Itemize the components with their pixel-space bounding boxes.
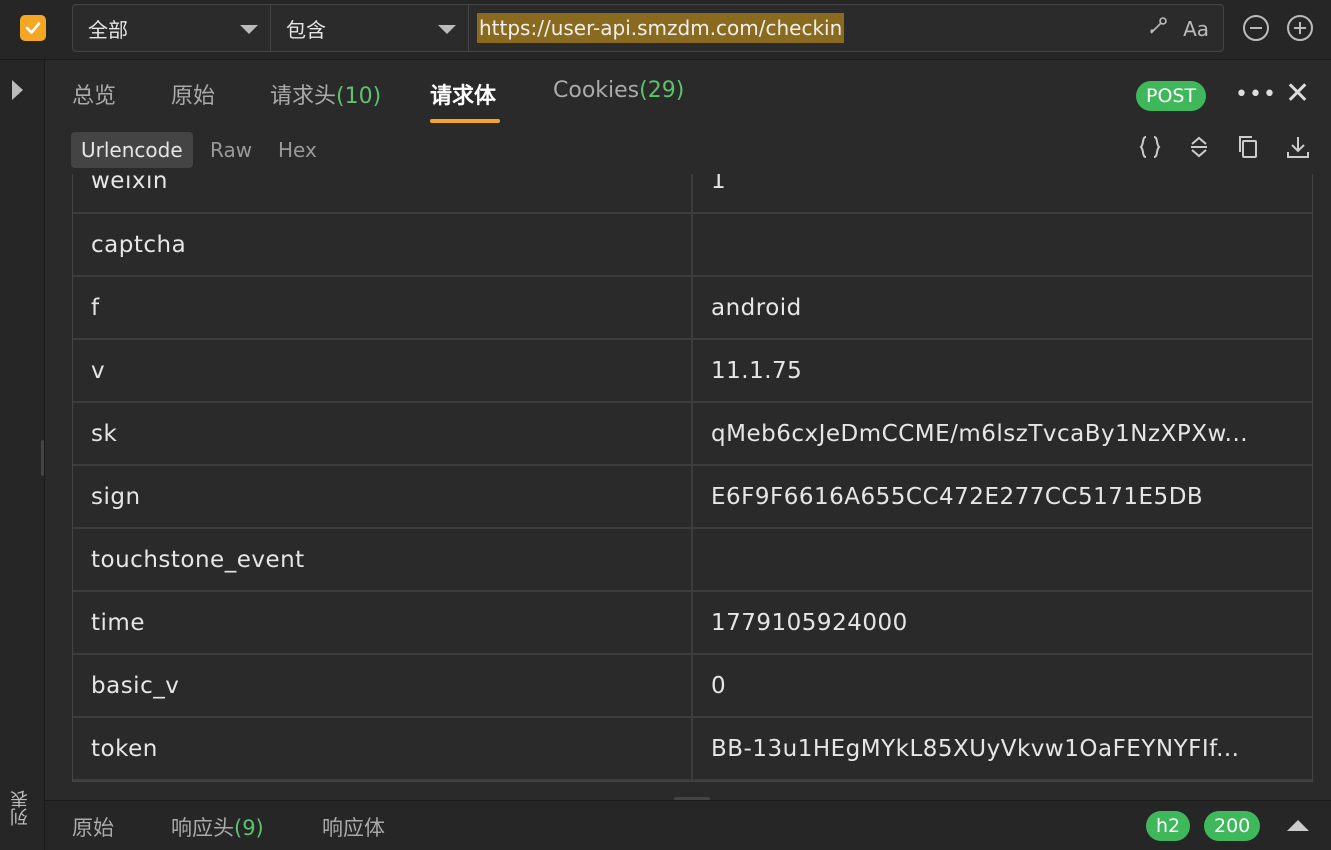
tab-overview[interactable]: 总览 <box>72 78 116 110</box>
filter-enable-checkbox[interactable] <box>20 15 46 41</box>
more-icon[interactable]: ••• <box>1235 82 1277 107</box>
param-key: time <box>73 591 693 655</box>
copy-icon[interactable] <box>1236 134 1260 166</box>
table-row[interactable]: token BB-13u1HEgMYkL85XUyVkvw1OaFEYNYFIf.… <box>73 717 1312 781</box>
param-key: captcha <box>73 213 693 277</box>
param-value: qMeb6cxJeDmCCME/m6lszTvcaBy1NzXPXw... <box>692 402 1312 466</box>
chevron-down-icon <box>438 25 456 34</box>
tab-request-headers[interactable]: 请求头(10) <box>270 78 381 110</box>
filter-bar: 全部 包含 https://user-api.smzdm.com/checkin… <box>0 0 1331 60</box>
add-filter-button[interactable] <box>1287 15 1313 41</box>
left-rail: 列表 <box>0 60 45 850</box>
table-row[interactable]: weixin 1 <box>73 174 1312 214</box>
expand-collapse-icon[interactable] <box>1187 134 1211 166</box>
chevron-up-icon[interactable] <box>1287 820 1309 831</box>
table-row[interactable]: f android <box>73 276 1312 340</box>
scope-select-value: 全部 <box>88 17 128 42</box>
expand-list-icon[interactable] <box>12 80 23 100</box>
check-icon <box>25 22 41 34</box>
subtab-urlencode[interactable]: Urlencode <box>71 132 193 168</box>
param-key: sk <box>73 402 693 466</box>
table-row[interactable]: time 1779105924000 <box>73 591 1312 655</box>
status-badge: 200 <box>1204 811 1261 841</box>
response-headers-count: (9) <box>234 816 264 840</box>
params-table: weixin 1 captcha f android v 11.1.75 sk qMeb6cxJ… <box>72 174 1313 782</box>
tab-raw[interactable]: 原始 <box>171 78 215 110</box>
close-icon[interactable]: ✕ <box>1285 76 1310 111</box>
param-key: touchstone_event <box>73 528 693 592</box>
list-label[interactable]: 列表 <box>8 790 31 826</box>
table-row[interactable]: captcha <box>73 213 1312 277</box>
param-key: v <box>73 339 693 403</box>
param-value: 11.1.75 <box>692 339 1312 403</box>
chevron-down-icon <box>240 25 258 34</box>
cookies-count: (29) <box>639 78 685 103</box>
method-badge: POST <box>1136 81 1207 111</box>
filter-value-input[interactable]: https://user-api.smzdm.com/checkin Aa <box>469 5 1223 51</box>
active-tab-indicator <box>430 119 500 123</box>
param-value: 1779105924000 <box>692 591 1312 655</box>
tab-response-body[interactable]: 响应体 <box>322 812 385 842</box>
download-icon[interactable] <box>1285 134 1311 166</box>
param-key: f <box>73 276 693 340</box>
param-key: weixin <box>73 174 693 214</box>
response-bar: 原始 响应头(9) 响应体 h2 200 <box>45 800 1331 850</box>
scope-select[interactable]: 全部 <box>73 5 271 51</box>
protocol-badge: h2 <box>1146 811 1191 841</box>
tab-cookies[interactable]: Cookies(29) <box>553 78 684 103</box>
filter-value-text: https://user-api.smzdm.com/checkin <box>477 13 845 43</box>
remove-filter-button[interactable] <box>1243 15 1269 41</box>
tab-response-headers[interactable]: 响应头(9) <box>171 812 264 842</box>
tab-response-raw[interactable]: 原始 <box>72 812 114 842</box>
param-value <box>692 213 1312 277</box>
table-row[interactable]: sk qMeb6cxJeDmCCME/m6lszTvcaBy1NzXPXw... <box>73 402 1312 466</box>
param-value: android <box>692 276 1312 340</box>
table-row[interactable]: v 11.1.75 <box>73 339 1312 403</box>
param-value: 0 <box>692 654 1312 718</box>
regex-icon[interactable] <box>1147 15 1169 42</box>
operator-select[interactable]: 包含 <box>271 5 469 51</box>
param-value: E6F9F6616A655CC472E277CC5171E5DB <box>692 465 1312 529</box>
request-tabs: 总览 原始 请求头(10) 请求体 Cookies(29) POST ••• ✕ <box>45 60 1331 126</box>
subtab-raw[interactable]: Raw <box>200 132 262 168</box>
tab-request-body[interactable]: 请求体 <box>430 78 496 110</box>
subtab-hex[interactable]: Hex <box>268 132 327 168</box>
case-sensitive-toggle[interactable]: Aa <box>1183 17 1209 41</box>
param-value <box>692 528 1312 592</box>
table-row[interactable]: basic_v 0 <box>73 654 1312 718</box>
operator-select-value: 包含 <box>286 17 326 42</box>
request-headers-count: (10) <box>336 84 382 109</box>
body-format-tabs: Urlencode Raw Hex <box>45 126 1331 174</box>
table-row[interactable]: touchstone_event <box>73 528 1312 592</box>
param-value: 1 <box>692 174 1312 214</box>
filter-box: 全部 包含 https://user-api.smzdm.com/checkin… <box>72 4 1224 52</box>
param-value: BB-13u1HEgMYkL85XUyVkvw1OaFEYNYFIf... <box>692 717 1312 781</box>
param-key: basic_v <box>73 654 693 718</box>
resize-handle[interactable] <box>41 440 44 476</box>
table-row[interactable]: sign E6F9F6616A655CC472E277CC5171E5DB <box>73 465 1312 529</box>
param-key: sign <box>73 465 693 529</box>
param-key: token <box>73 717 693 781</box>
braces-icon[interactable] <box>1137 134 1163 166</box>
